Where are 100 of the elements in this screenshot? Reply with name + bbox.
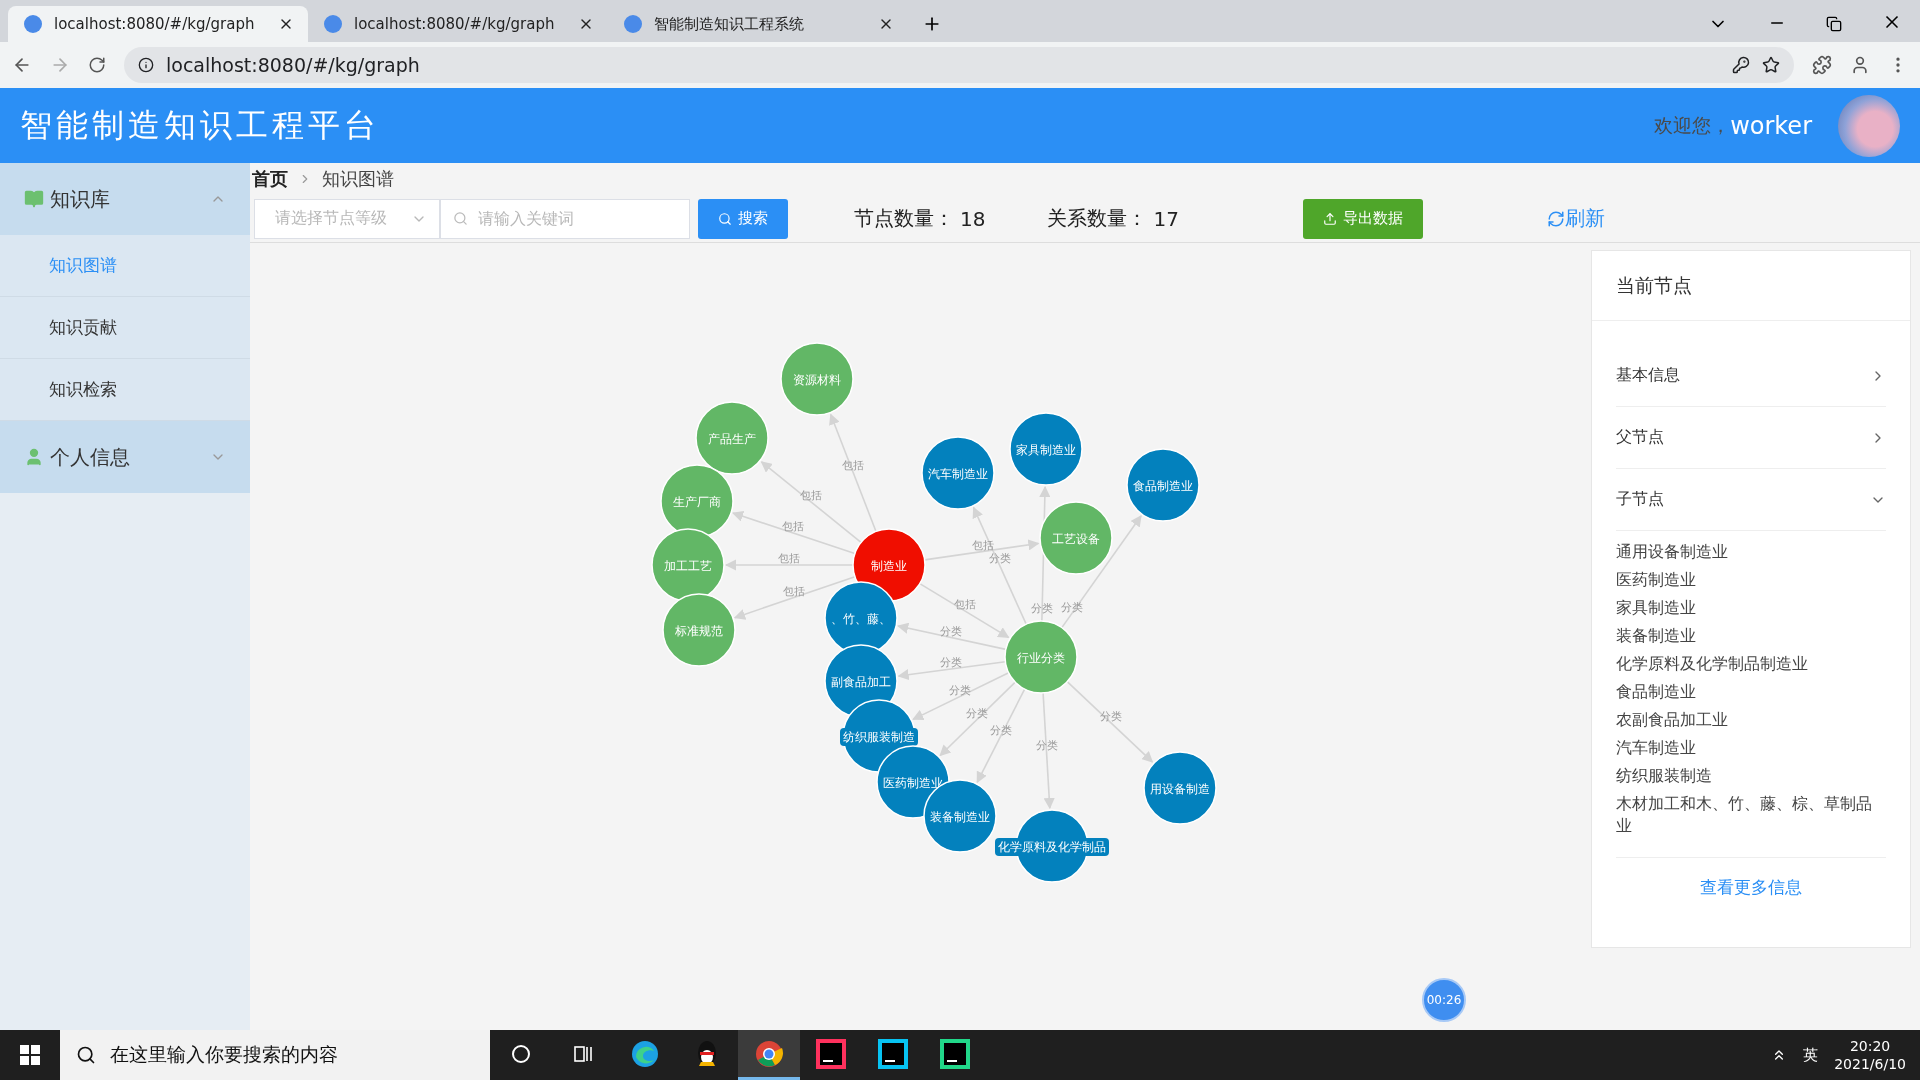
select-placeholder: 请选择节点等级 (275, 208, 387, 229)
tab-title: localhost:8080/#/kg/graph (54, 15, 256, 33)
edge-label: 分类 (940, 624, 962, 638)
edge-label: 包括 (783, 584, 805, 598)
tab-title: 智能制造知识工程系统 (654, 14, 805, 34)
edge-label: 分类 (988, 552, 1011, 565)
edge-label: 包括 (799, 488, 822, 502)
input-method-indicator[interactable]: 英 (1803, 1045, 1819, 1065)
search-button[interactable]: 搜索 (698, 198, 788, 239)
menu-item[interactable]: 知识检索 (0, 359, 250, 421)
address-text: localhost:8080/#/kg/graph (166, 54, 421, 76)
browser-tab[interactable]: localhost:8080/#/kg/graph (8, 6, 308, 42)
relation-count-label: 关系数量： (1047, 205, 1148, 232)
browser-tab[interactable]: localhost:8080/#/kg/graph (308, 6, 608, 42)
tab-title: localhost:8080/#/kg/graph (354, 15, 556, 33)
timer-badge: 00:26 (1422, 978, 1466, 1022)
refresh-icon (1546, 209, 1565, 228)
edge-label: 包括 (777, 552, 800, 565)
welcome-text: 欢迎您， (1654, 112, 1731, 138)
edge-label: 分类 (1031, 602, 1053, 616)
child-node-item: 纺织服装制造 (1616, 766, 1713, 787)
child-node-item: 农副食品加工业 (1616, 710, 1729, 731)
profile-icon[interactable] (1850, 55, 1870, 75)
key-icon[interactable] (1732, 56, 1750, 74)
windows-start-icon[interactable] (20, 1045, 40, 1065)
edge-label: 分类 (989, 723, 1012, 737)
graph-node[interactable]: 汽车制造业 (921, 436, 995, 510)
edge-label: 分类 (966, 706, 988, 720)
edge-label: 包括 (971, 538, 994, 552)
address-bar[interactable]: localhost:8080/#/kg/graph (124, 47, 1794, 83)
clock[interactable]: 20:20 2021/6/10 (1834, 1037, 1906, 1073)
node-count-label: 节点数量： (854, 205, 954, 232)
person-icon (24, 447, 44, 467)
child-node-item: 通用设备制造业 (1616, 542, 1729, 563)
relation-count: 17 (1153, 206, 1179, 231)
menu-item[interactable]: 知识图谱 (0, 235, 250, 297)
panel-title: 当前节点 (1592, 251, 1910, 321)
ide-icon[interactable] (816, 1038, 846, 1069)
cortana-icon[interactable] (510, 1042, 532, 1065)
book-icon (24, 189, 44, 209)
graph-node[interactable]: 产品生产 (695, 401, 769, 475)
page-favicon-icon (624, 15, 642, 33)
graph-node[interactable]: 标准规范 (662, 593, 736, 667)
child-node-item: 木材加工和木、竹、藤、棕、草制品业 (1616, 794, 1873, 837)
info-icon[interactable] (138, 57, 154, 73)
search-field[interactable]: 请输入关键词 (440, 198, 690, 239)
edge-label: 分类 (1060, 601, 1083, 614)
more-info-link[interactable]: 查看更多信息 (1616, 858, 1886, 899)
chrome-icon[interactable] (754, 1038, 784, 1069)
graph-node[interactable]: 食品制造业 (1126, 448, 1200, 522)
search-icon (76, 1045, 96, 1065)
edge-label: 包括 (842, 459, 864, 472)
search-icon (453, 211, 468, 226)
search-icon (718, 211, 732, 226)
child-node-item: 装备制造业 (1616, 626, 1697, 647)
collapse-header[interactable]: 子节点 (1616, 469, 1886, 531)
child-node-item: 化学原料及化学制品制造业 (1616, 654, 1809, 675)
child-node-item: 汽车制造业 (1616, 738, 1697, 759)
graph-node[interactable]: 家具制造业 (1009, 412, 1083, 486)
collapse-header[interactable]: 父节点 (1616, 407, 1886, 469)
menu-item[interactable]: 知识贡献 (0, 297, 250, 359)
edge-label: 分类 (1035, 738, 1058, 752)
menu-group[interactable]: 知识库 (0, 163, 250, 235)
graph-node[interactable]: 加工工艺 (651, 528, 725, 602)
browser-icon[interactable] (630, 1038, 660, 1069)
menu-group[interactable]: 个人信息 (0, 421, 250, 493)
graph-node[interactable]: 工艺设备 (1039, 501, 1113, 575)
upload-icon (1322, 211, 1337, 226)
edge-label: 包括 (954, 598, 976, 611)
bookmark-star-icon[interactable] (1762, 56, 1780, 74)
graph-node[interactable]: 用设备制造 (1143, 751, 1217, 825)
export-button[interactable]: 导出数据 (1302, 198, 1423, 239)
taskbar-search-field[interactable]: 在这里输入你要搜索的内容 (60, 1030, 490, 1080)
browser-tab[interactable]: 智能制造知识工程系统 (608, 6, 908, 42)
app-title: 智能制造知识工程平台 (20, 104, 381, 146)
ide-icon[interactable] (940, 1038, 970, 1069)
user-name: worker (1730, 111, 1812, 140)
node-count: 18 (960, 206, 986, 231)
child-node-item: 家具制造业 (1616, 598, 1697, 619)
graph-node[interactable]: 行业分类 (1004, 620, 1078, 694)
reload-icon[interactable] (88, 56, 106, 74)
keyword-input[interactable]: 请输入关键词 (476, 208, 676, 229)
restore-icon[interactable] (1826, 16, 1842, 32)
page-favicon-icon (24, 15, 42, 33)
graph-node[interactable]: 资源材料 (780, 342, 854, 416)
taskbar-app[interactable] (738, 1030, 800, 1080)
breadcrumb-link[interactable]: 知识图谱 (322, 167, 394, 191)
edge-label: 分类 (940, 656, 962, 669)
refresh-link[interactable]: 刷新 (1546, 205, 1605, 232)
edge-label: 分类 (1099, 709, 1122, 723)
breadcrumb-link[interactable]: 首页 (252, 167, 288, 191)
edge-label: 包括 (782, 520, 804, 533)
ide-icon[interactable] (878, 1038, 908, 1069)
child-node-item: 医药制造业 (1616, 570, 1697, 591)
graph-node[interactable]: 生产厂商 (660, 464, 734, 538)
child-node-item: 食品制造业 (1616, 682, 1697, 703)
extensions-icon[interactable] (1812, 55, 1832, 75)
page-favicon-icon (324, 15, 342, 33)
edge-label: 分类 (949, 683, 971, 697)
collapse-header[interactable]: 基本信息 (1616, 345, 1886, 407)
